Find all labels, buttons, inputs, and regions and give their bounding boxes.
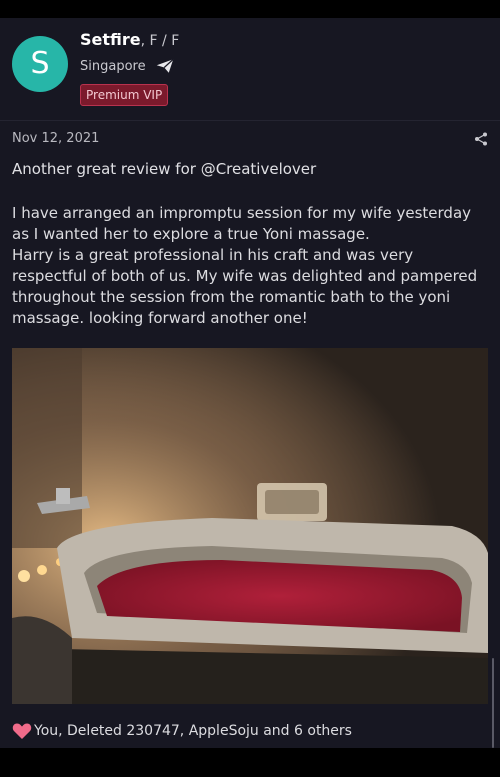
heart-icon[interactable] [12, 722, 32, 740]
premium-badge: Premium VIP [80, 84, 169, 106]
author-location: Singapore [80, 58, 146, 74]
status-bar [0, 0, 500, 18]
author-gender: , F / F [140, 33, 180, 49]
post-body: I have arranged an impromptu session for… [12, 204, 478, 327]
author-name-row: Setfire, F / F [80, 30, 179, 49]
share-icon[interactable] [474, 132, 488, 146]
scrollbar[interactable] [492, 658, 494, 748]
post-photo[interactable] [12, 348, 488, 704]
send-icon [156, 58, 174, 73]
reactions-text: You, Deleted 230747, AppleSoju and 6 oth… [34, 723, 352, 739]
header-divider [0, 120, 500, 121]
post-date: Nov 12, 2021 [12, 131, 100, 146]
author-name[interactable]: Setfire [80, 30, 141, 49]
post-title: Another great review for @Creativelover [12, 160, 317, 178]
bathtub-photo-illustration [12, 348, 488, 704]
avatar[interactable]: S [12, 36, 68, 92]
reactions-row[interactable]: You, Deleted 230747, AppleSoju and 6 oth… [12, 722, 352, 740]
post-card: S Setfire, F / F Singapore Premium VIP N… [0, 18, 500, 748]
author-location-row: Singapore [80, 58, 174, 74]
bottom-bar [0, 748, 500, 777]
